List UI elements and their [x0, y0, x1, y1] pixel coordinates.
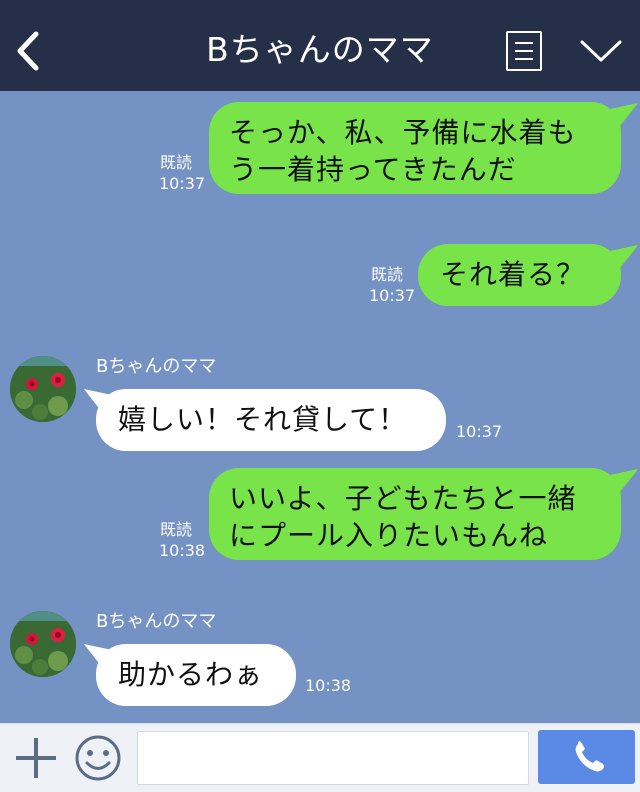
outgoing-message[interactable]: それ着る？ — [418, 244, 621, 306]
flower-avatar-image — [10, 356, 76, 422]
phone-icon — [575, 741, 604, 772]
avatar[interactable] — [10, 356, 76, 422]
menu-icon-line — [515, 58, 533, 60]
expand-button[interactable] — [578, 36, 624, 66]
message-line: 嬉しい！それ貸して！ — [118, 403, 408, 436]
emoji-button[interactable] — [74, 734, 122, 782]
incoming-message[interactable]: 嬉しい！それ貸して！ — [96, 389, 446, 451]
chevron-down-icon — [580, 40, 622, 62]
plus-icon — [16, 738, 56, 778]
sender-name: Bちゃんのママ — [96, 611, 217, 632]
outgoing-message[interactable]: いいよ、子どもたちと一緒 にプール入りたいもんね — [209, 468, 621, 560]
message-timestamp: 10:37 — [369, 286, 416, 305]
message-line: そっか、私、予備に水着も — [229, 116, 577, 149]
smiley-icon — [75, 735, 121, 781]
sender-name: Bちゃんのママ — [96, 356, 217, 377]
message-line: う一着持ってきたんだ — [229, 153, 517, 186]
read-receipt: 既読 — [371, 265, 404, 284]
read-receipt: 既読 — [160, 153, 193, 172]
call-button[interactable] — [538, 730, 635, 784]
menu-icon-line — [515, 42, 533, 44]
message-input-bar — [0, 723, 640, 792]
message-timestamp: 10:38 — [305, 676, 352, 695]
incoming-message[interactable]: 助かるわぁ — [96, 644, 296, 706]
message-timestamp: 10:38 — [159, 541, 206, 560]
chat-area[interactable]: そっか、私、予備に水着も う一着持ってきたんだ 既読 10:37 それ着る？ 既… — [0, 91, 640, 723]
read-receipt: 既読 — [160, 520, 193, 539]
menu-button[interactable] — [506, 31, 542, 71]
bubble-tail — [610, 469, 638, 499]
message-line: 助かるわぁ — [118, 658, 264, 691]
message-line: にプール入りたいもんね — [229, 519, 549, 552]
message-input[interactable] — [137, 731, 529, 785]
avatar[interactable] — [10, 611, 76, 677]
chat-title: Bちゃんのママ — [206, 30, 434, 69]
flower-avatar-image — [10, 611, 76, 677]
bubble-tail — [610, 103, 638, 133]
message-timestamp: 10:37 — [159, 174, 206, 193]
message-line: それ着る？ — [440, 258, 586, 291]
message-timestamp: 10:37 — [456, 422, 503, 441]
outgoing-message[interactable]: そっか、私、予備に水着も う一着持ってきたんだ — [209, 102, 621, 194]
add-attachment-button[interactable] — [14, 736, 58, 780]
menu-icon-line — [515, 50, 533, 52]
bubble-tail — [610, 245, 638, 275]
chat-header: Bちゃんのママ — [0, 0, 640, 91]
message-line: いいよ、子どもたちと一緒 — [229, 482, 577, 515]
